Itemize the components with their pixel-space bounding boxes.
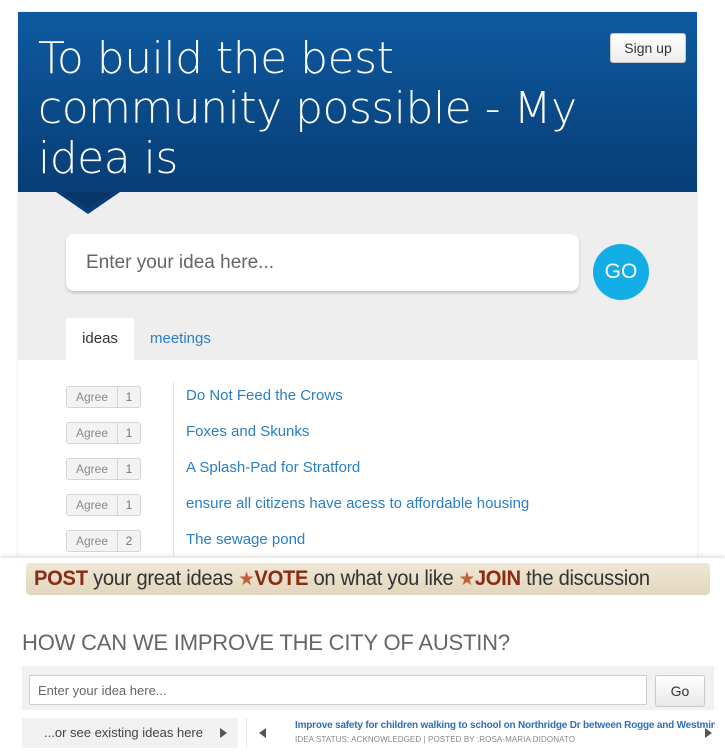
banner-post-rest: your great ideas [93, 567, 234, 590]
go-button[interactable]: GO [593, 244, 649, 300]
idea-title-link[interactable]: A Splash-Pad for Stratford [186, 456, 360, 480]
banner-vote-rest: on what you like [313, 567, 454, 590]
agree-label: Agree [67, 459, 118, 479]
banner-post: POST [34, 567, 88, 590]
agree-label: Agree [67, 387, 118, 407]
agree-button[interactable]: Agree 1 [66, 422, 141, 444]
signup-button[interactable]: Sign up [610, 33, 686, 63]
vote-count: 1 [125, 498, 133, 512]
featured-idea: Improve safety for children walking to s… [246, 718, 715, 748]
idea-list: Agree 1 Do Not Feed the Crows Agree 1 Fo… [18, 360, 697, 560]
agree-label: Agree [67, 531, 118, 551]
go-button-secondary[interactable]: Go [655, 675, 705, 707]
list-item: Agree 1 Do Not Feed the Crows [18, 382, 697, 410]
list-item: Agree 1 A Splash-Pad for Stratford [18, 454, 697, 482]
banner-join: JOIN [474, 567, 521, 590]
vote-count: 1 [125, 426, 133, 440]
banner-vote: VOTE [254, 567, 309, 590]
vote-count: 1 [125, 390, 133, 404]
hero-headline: To build the best community possible - M… [38, 33, 577, 184]
idea-entry-bar: Go [22, 666, 714, 710]
vote-count: 2 [125, 534, 133, 548]
vote-count: 1 [125, 462, 133, 476]
hero-header: To build the best community possible - M… [18, 12, 697, 192]
hero-notch-shadow [62, 192, 114, 208]
list-divider [173, 382, 174, 557]
promo-banner: POST your great ideas ★VOTE on what you … [26, 563, 710, 595]
banner-join-rest: the discussion [526, 567, 650, 590]
idea-title-link[interactable]: Foxes and Skunks [186, 420, 309, 444]
page-question: HOW CAN WE IMPROVE THE CITY OF AUSTIN? [22, 630, 510, 655]
list-item: Agree 1 Foxes and Skunks [18, 418, 697, 446]
idea-title-link[interactable]: ensure all citizens have acess to afford… [186, 492, 529, 516]
tab-meetings[interactable]: meetings [150, 318, 211, 360]
idea-title-link[interactable]: The sewage pond [186, 528, 305, 552]
agree-button[interactable]: Agree 1 [66, 458, 141, 480]
arrow-right-icon [220, 728, 227, 738]
agree-label: Agree [67, 423, 118, 443]
see-existing-ideas[interactable]: ...or see existing ideas here [22, 718, 238, 748]
ideas-widget-top: To build the best community possible - M… [18, 12, 697, 560]
next-arrow-icon[interactable] [705, 728, 712, 738]
star-icon: ★ [238, 569, 255, 590]
agree-label: Agree [67, 495, 118, 515]
idea-title-link[interactable]: Do Not Feed the Crows [186, 384, 343, 408]
see-existing-label: ...or see existing ideas here [44, 725, 203, 740]
tab-ideas[interactable]: ideas [66, 318, 134, 360]
agree-button[interactable]: Agree 2 [66, 530, 141, 552]
idea-input-secondary[interactable] [29, 675, 647, 705]
list-item: Agree 1 ensure all citizens have acess t… [18, 490, 697, 518]
star-icon: ★ [458, 569, 475, 590]
idea-input[interactable] [66, 234, 579, 291]
featured-idea-link[interactable]: Improve safety for children walking to s… [295, 720, 715, 731]
list-item: Agree 2 The sewage pond [18, 526, 697, 554]
ideas-widget-bottom: POST your great ideas ★VOTE on what you … [0, 558, 725, 752]
featured-idea-meta: IDEA STATUS: ACKNOWLEDGED | POSTED BY :R… [295, 735, 576, 744]
agree-button[interactable]: Agree 1 [66, 494, 141, 516]
prev-arrow-icon[interactable] [259, 728, 266, 738]
banner-text: POST your great ideas ★VOTE on what you … [34, 563, 687, 596]
agree-button[interactable]: Agree 1 [66, 386, 141, 408]
